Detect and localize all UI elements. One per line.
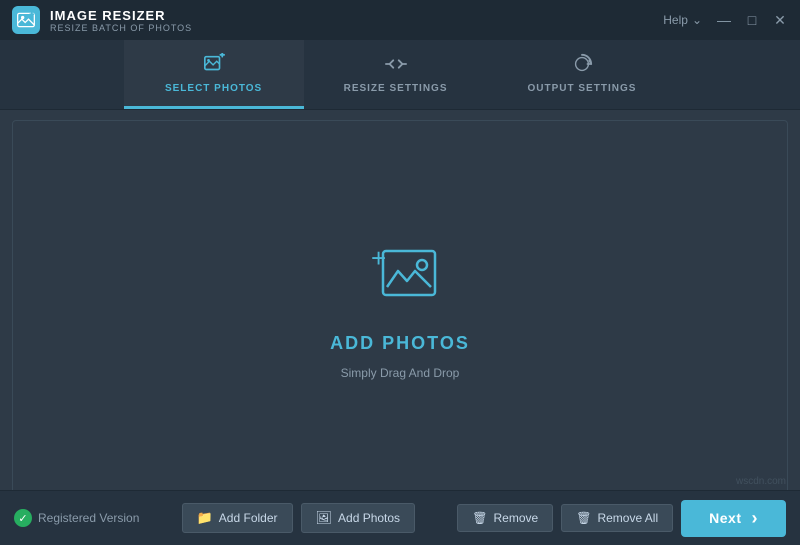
app-title: IMAGE RESIZER <box>50 8 192 23</box>
title-bar: IMAGE RESIZER RESIZE BATCH OF PHOTOS Hel… <box>0 0 800 40</box>
watermark: wscdn.com <box>736 476 786 487</box>
tabs-bar: SELECT PHOTOS RESIZE SETTINGS OUTPUT SET… <box>0 40 800 110</box>
title-text: IMAGE RESIZER RESIZE BATCH OF PHOTOS <box>50 8 192 33</box>
add-photos-label: ADD PHOTOS <box>330 333 470 354</box>
remove-btn-label: Remove <box>494 511 539 525</box>
registered-status-final: ✓ Registered Version <box>14 509 139 527</box>
close-button[interactable]: ✕ <box>772 12 788 28</box>
tab-select-photos[interactable]: SELECT PHOTOS <box>124 40 304 109</box>
tab-resize-settings-label: RESIZE SETTINGS <box>344 83 448 94</box>
drop-zone[interactable]: + ADD PHOTOS Simply Drag And Drop <box>12 120 788 500</box>
next-chevron-icon: › <box>752 508 759 529</box>
app-icon <box>12 6 40 34</box>
app-subtitle: RESIZE BATCH OF PHOTOS <box>50 23 192 33</box>
title-bar-left: IMAGE RESIZER RESIZE BATCH OF PHOTOS <box>12 6 192 34</box>
photo-icon: 🖼 <box>316 510 333 526</box>
add-photos-icon: + <box>355 241 445 321</box>
maximize-button[interactable]: □ <box>744 12 760 28</box>
window-controls: — □ ✕ <box>716 12 788 28</box>
minimize-button[interactable]: — <box>716 12 732 28</box>
tab-resize-settings[interactable]: RESIZE SETTINGS <box>304 40 488 109</box>
add-photos-sublabel: Simply Drag And Drop <box>341 366 460 380</box>
select-photos-icon <box>203 53 225 79</box>
tab-output-settings[interactable]: OUTPUT SETTINGS <box>488 40 677 109</box>
registered-version-label: Registered Version <box>38 511 139 525</box>
folder-icon: 📁 <box>197 510 213 526</box>
next-btn-label: Next <box>709 510 741 526</box>
title-bar-right: Help ⌄ — □ ✕ <box>663 12 788 28</box>
tab-output-settings-label: OUTPUT SETTINGS <box>528 83 637 94</box>
drop-area: + ADD PHOTOS Simply Drag And Drop <box>330 241 470 380</box>
remove-icon: 🗑 <box>472 511 487 525</box>
resize-settings-icon <box>385 53 407 79</box>
add-photos-button[interactable]: 🖼 Add Photos <box>301 503 416 533</box>
add-folder-label: Add Folder <box>219 511 278 525</box>
output-settings-icon <box>571 53 593 79</box>
remove-all-icon: 🗑 <box>576 511 591 525</box>
next-btn-final[interactable]: Next › <box>681 500 786 537</box>
tab-select-photos-label: SELECT PHOTOS <box>165 83 262 94</box>
registered-check-icon: ✓ <box>14 509 32 527</box>
add-folder-button[interactable]: 📁 Add Folder <box>182 503 293 533</box>
help-menu[interactable]: Help ⌄ <box>663 13 702 27</box>
add-photos-btn-label: Add Photos <box>338 511 400 525</box>
remove-all-btn-label: Remove All <box>597 511 658 525</box>
remove-all-btn-final[interactable]: 🗑 Remove All <box>561 504 673 532</box>
remove-btn-final[interactable]: 🗑 Remove <box>457 504 553 532</box>
